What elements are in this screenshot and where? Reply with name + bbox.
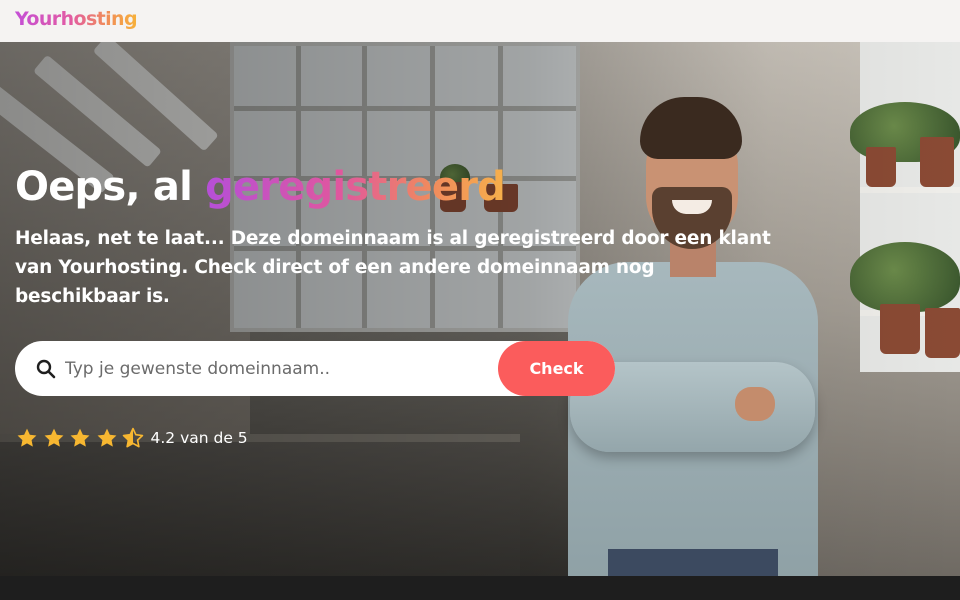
customer-rating: 4.2 van de 5 <box>16 427 248 449</box>
check-button[interactable]: Check <box>498 341 615 396</box>
rating-text: 4.2 van de 5 <box>150 429 248 447</box>
page-title-highlight: geregistreerd <box>205 164 506 210</box>
search-icon <box>36 359 56 379</box>
domain-search-bar: Check <box>15 341 615 396</box>
hero-person <box>560 97 830 576</box>
hero-subtitle: Helaas, net te laat... Deze domeinnaam i… <box>15 228 771 307</box>
page-title-prefix: Oeps, al <box>15 164 206 210</box>
yourhosting-logo[interactable]: Yourhosting <box>15 8 138 30</box>
page-footer-strip <box>0 576 960 600</box>
star-full-icon <box>97 428 116 447</box>
star-full-icon <box>17 428 37 447</box>
star-full-icon <box>70 428 90 447</box>
hero-section: Oeps, al geregistreerd Helaas, net te la… <box>0 42 960 576</box>
star-full-icon <box>44 428 63 447</box>
page-title: Oeps, al geregistreerd <box>15 164 506 210</box>
top-navigation-bar: Yourhosting <box>0 0 960 42</box>
star-half-icon <box>122 427 144 448</box>
domain-search-input[interactable] <box>65 349 495 389</box>
